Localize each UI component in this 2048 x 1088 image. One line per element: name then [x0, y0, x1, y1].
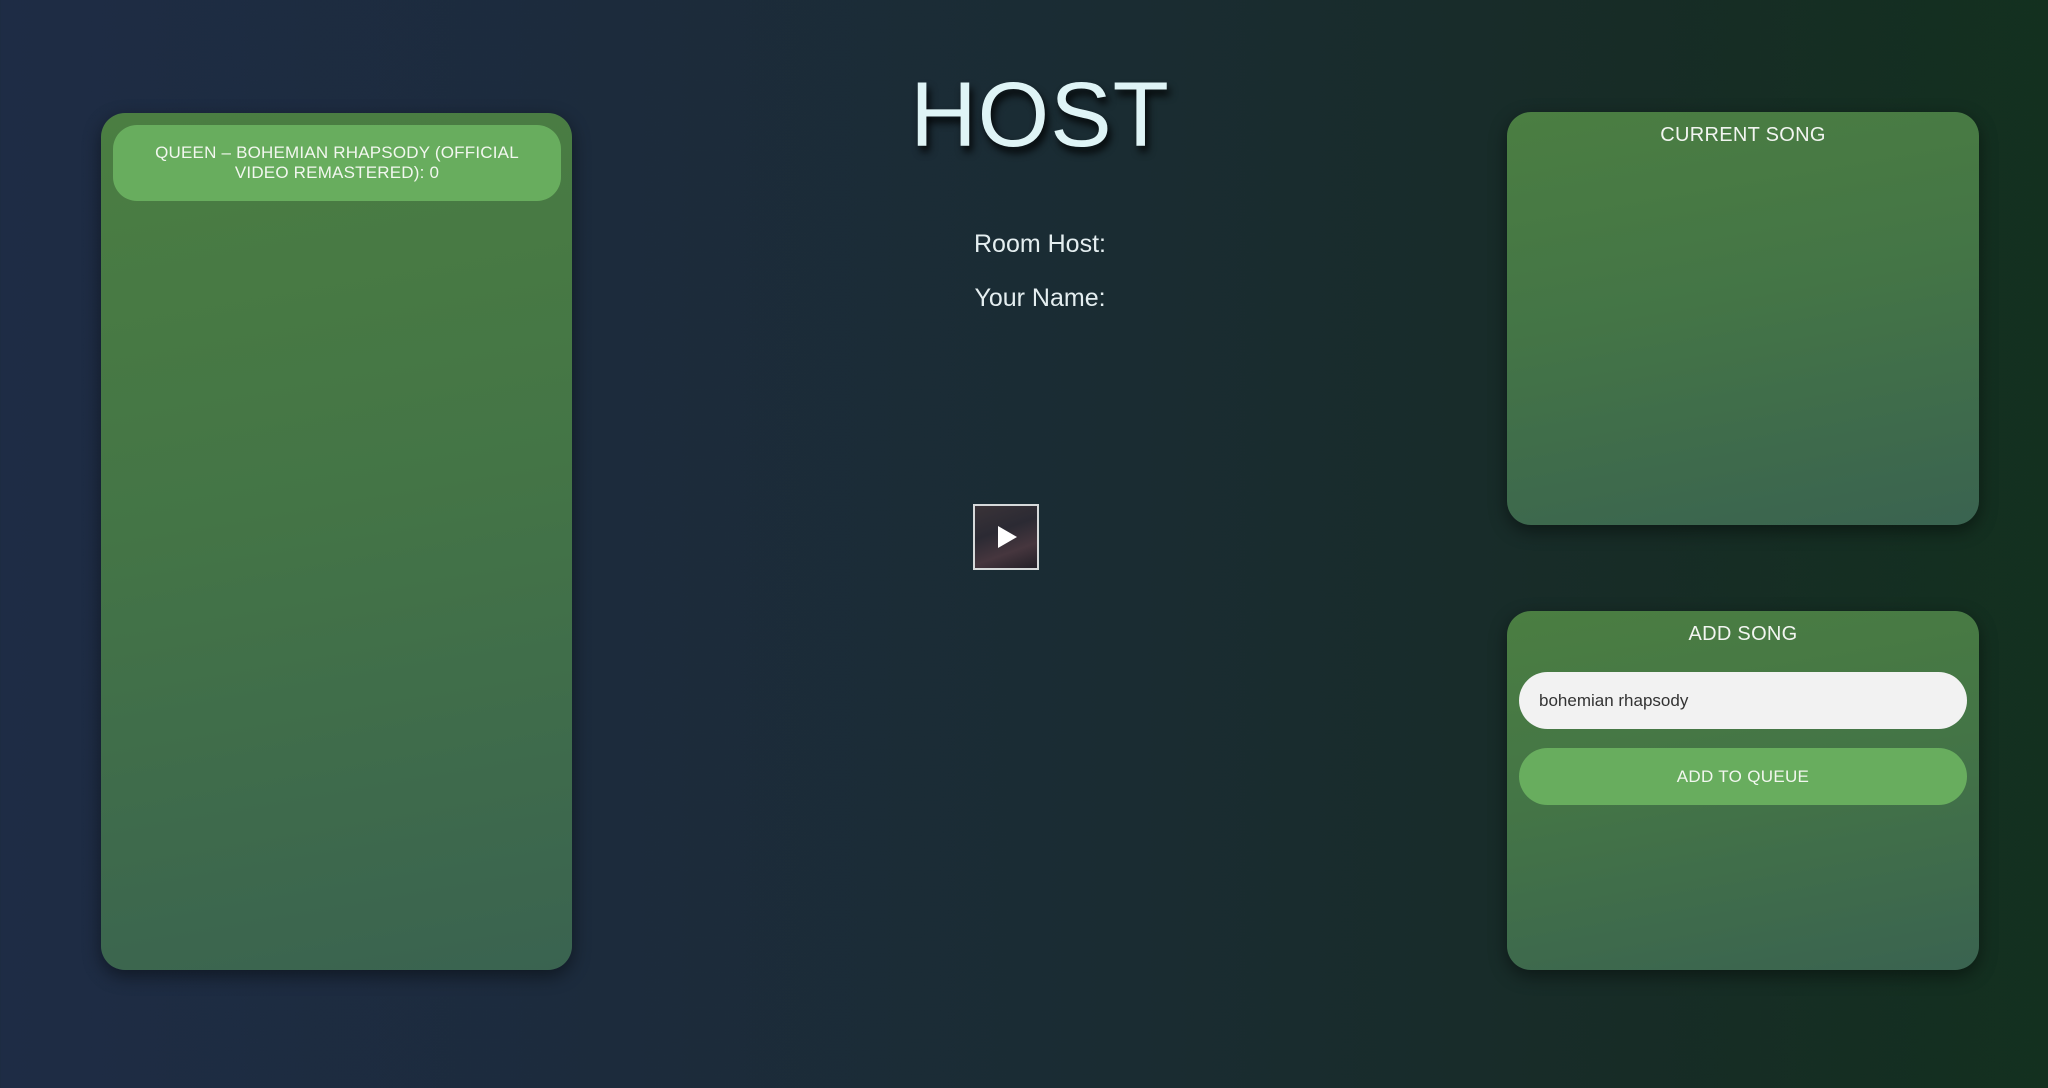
add-song-title: ADD SONG: [1688, 623, 1798, 645]
add-to-queue-button[interactable]: ADD TO QUEUE: [1519, 748, 1967, 805]
current-song-panel: CURRENT SONG: [1507, 112, 1979, 525]
current-song-title: CURRENT SONG: [1660, 124, 1826, 146]
video-player-thumbnail[interactable]: [973, 504, 1039, 570]
add-song-panel: ADD SONG ADD TO QUEUE: [1507, 611, 1979, 970]
play-icon[interactable]: [992, 523, 1020, 551]
song-search-input[interactable]: [1519, 672, 1967, 729]
